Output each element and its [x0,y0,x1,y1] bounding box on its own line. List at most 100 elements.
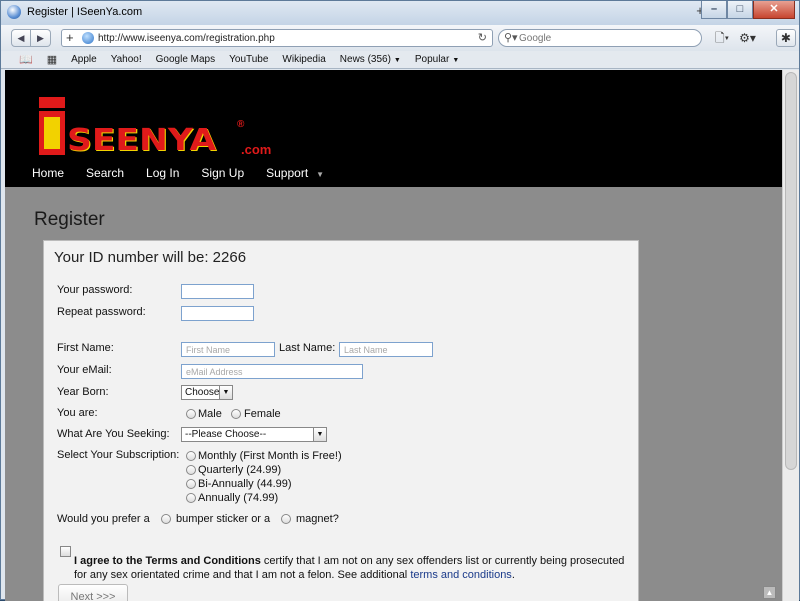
nav-support[interactable]: Support ▼ [266,166,324,180]
nav-signup[interactable]: Sign Up [201,166,244,180]
year-born-value: Choose [185,387,220,398]
search-icon: ⚲▾ [504,32,518,44]
window-controls: – □ ✕ [701,1,795,19]
bug-icon[interactable]: ✱ [775,29,796,47]
password-label: Your password: [57,284,133,296]
logo-com: .com [241,142,272,157]
bookmark-news[interactable]: News (356) ▼ [340,54,401,65]
bookmark-yahoo[interactable]: Yahoo! [111,54,142,65]
forward-button[interactable]: ▶ [31,29,51,47]
seeking-select[interactable]: --Please Choose-- ▼ [181,427,327,442]
female-radio[interactable] [231,409,241,419]
repeat-password-input[interactable] [181,306,254,321]
right-tools: 🗋▾ ⚙▾ ✱ [713,29,796,47]
registration-form: Your ID number will be: 2266 Your passwo… [43,240,639,601]
password-input[interactable] [181,284,254,299]
vertical-scrollbar[interactable] [782,70,799,601]
subscription-biannual-label: Bi-Annually (44.99) [198,478,292,490]
prefer-label: Would you prefer a [57,513,150,525]
bookmark-popular-label: Popular [414,54,450,65]
first-name-label: First Name: [57,342,114,354]
agree-checkbox[interactable] [60,546,71,557]
bookmark-apple[interactable]: Apple [71,54,97,65]
nav-login[interactable]: Log In [146,166,179,180]
grid-icon[interactable]: ▦ [47,53,57,66]
browser-window: Register | ISeenYa.com + – □ ✕ ◀ ▶ + htt… [0,0,800,601]
email-input[interactable] [181,364,363,379]
magnet-label: magnet? [296,513,339,525]
first-name-input[interactable] [181,342,275,357]
email-label: Your eMail: [57,364,112,376]
male-radio[interactable] [186,409,196,419]
nav-search[interactable]: Search [86,166,124,180]
repeat-password-label: Repeat password: [57,306,146,318]
terms-link[interactable]: terms and conditions [410,569,512,581]
window-title: Register | ISeenYa.com [27,6,143,18]
url-text[interactable]: http://www.iseenya.com/registration.php [98,33,275,44]
register-page: Register Your ID number will be: 2266 Yo… [19,187,768,601]
bookmarks-bar: 📖 ▦ Apple Yahoo! Google Maps YouTube Wik… [1,51,799,69]
subscription-monthly-radio[interactable] [186,451,196,461]
logo-i-dot [39,97,65,108]
magnet-radio[interactable] [281,514,291,524]
subscription-quarterly-label: Quarterly (24.99) [198,464,282,476]
id-heading: Your ID number will be: 2266 [54,249,247,266]
chevron-down-icon: ▼ [219,386,232,399]
site-nav: Home Search Log In Sign Up Support ▼ [32,166,346,180]
site-logo[interactable]: SEENYA ® .com [39,97,279,159]
page-title: Register [34,209,105,230]
logo-registered: ® [237,119,245,130]
maximize-button[interactable]: □ [727,1,753,19]
chevron-down-icon: ▼ [452,57,460,64]
scroll-to-top-icon[interactable]: ▲ [763,586,776,599]
add-bookmark-icon[interactable]: + [66,30,74,46]
seeking-value: --Please Choose-- [185,429,267,440]
chevron-down-icon: ▼ [393,57,401,64]
logo-word: SEENYA [67,123,217,158]
reload-icon[interactable]: ↻ [478,31,487,44]
bookmark-google-maps[interactable]: Google Maps [156,54,215,65]
bookmark-wikipedia[interactable]: Wikipedia [282,54,325,65]
subscription-annual-label: Annually (74.99) [198,492,279,504]
search-input[interactable] [519,32,695,45]
bookmark-youtube[interactable]: YouTube [229,54,268,65]
agree-bold: I agree to the Terms and Conditions [74,555,261,567]
last-name-input[interactable] [339,342,433,357]
gear-icon[interactable]: ⚙▾ [737,29,758,47]
nav-home[interactable]: Home [32,166,64,180]
back-button[interactable]: ◀ [11,29,31,47]
bumper-sticker-label: bumper sticker or a [176,513,271,525]
male-label: Male [198,408,222,420]
minimize-button[interactable]: – [701,1,727,19]
agree-text: I agree to the Terms and Conditions cert… [74,555,625,581]
subscription-monthly-label: Monthly (First Month is Free!) [198,450,342,462]
last-name-label: Last Name: [279,342,336,354]
next-button[interactable]: Next >>> [58,584,128,601]
search-bar[interactable]: ⚲▾ [498,29,702,47]
subscription-quarterly-radio[interactable] [186,465,196,475]
nav-buttons: ◀ ▶ [11,29,51,47]
subscription-annual-radio[interactable] [186,493,196,503]
bookmark-popular[interactable]: Popular ▼ [415,54,459,65]
subscription-label: Select Your Subscription: [57,449,180,461]
title-bar: Register | ISeenYa.com + – □ ✕ [1,1,799,25]
female-label: Female [244,408,281,420]
logo-i-inner [44,117,60,149]
bumper-sticker-radio[interactable] [161,514,171,524]
year-born-select[interactable]: Choose ▼ [181,385,233,400]
page-menu-icon[interactable]: 🗋▾ [713,29,731,47]
browser-toolbar: ◀ ▶ + http://www.iseenya.com/registratio… [1,25,799,51]
seeking-label: What Are You Seeking: [57,428,170,440]
book-icon[interactable]: 📖 [19,53,33,66]
close-button[interactable]: ✕ [753,1,795,19]
chevron-down-icon: ▼ [316,170,325,179]
page-content: SEENYA ® .com Home Search Log In Sign Up… [5,70,782,601]
site-header: SEENYA ® .com Home Search Log In Sign Up… [5,70,782,187]
you-are-label: You are: [57,407,98,419]
address-bar[interactable]: + http://www.iseenya.com/registration.ph… [61,29,493,47]
chevron-down-icon: ▼ [313,428,326,441]
scrollbar-thumb[interactable] [785,72,797,470]
safari-icon [7,5,21,19]
subscription-biannual-radio[interactable] [186,479,196,489]
globe-icon [82,32,94,44]
